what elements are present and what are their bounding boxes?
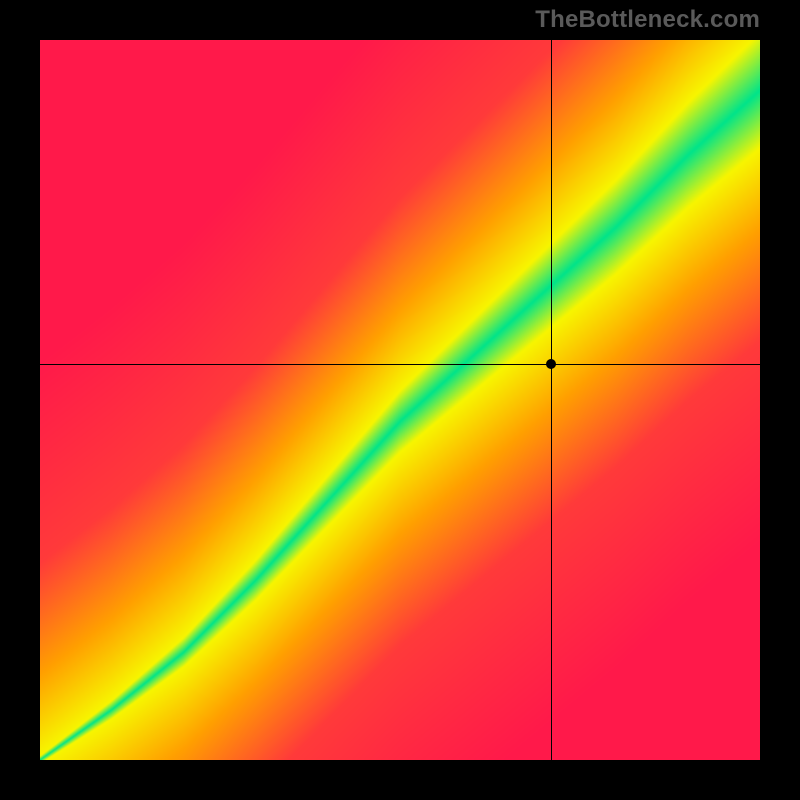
crosshair-horizontal [40, 364, 760, 365]
watermark-text: TheBottleneck.com [535, 6, 760, 34]
selection-marker [546, 359, 556, 369]
chart-container: TheBottleneck.com [0, 0, 800, 800]
bottleneck-heatmap [40, 40, 760, 760]
crosshair-vertical [551, 40, 552, 760]
heatmap-canvas [40, 40, 760, 760]
